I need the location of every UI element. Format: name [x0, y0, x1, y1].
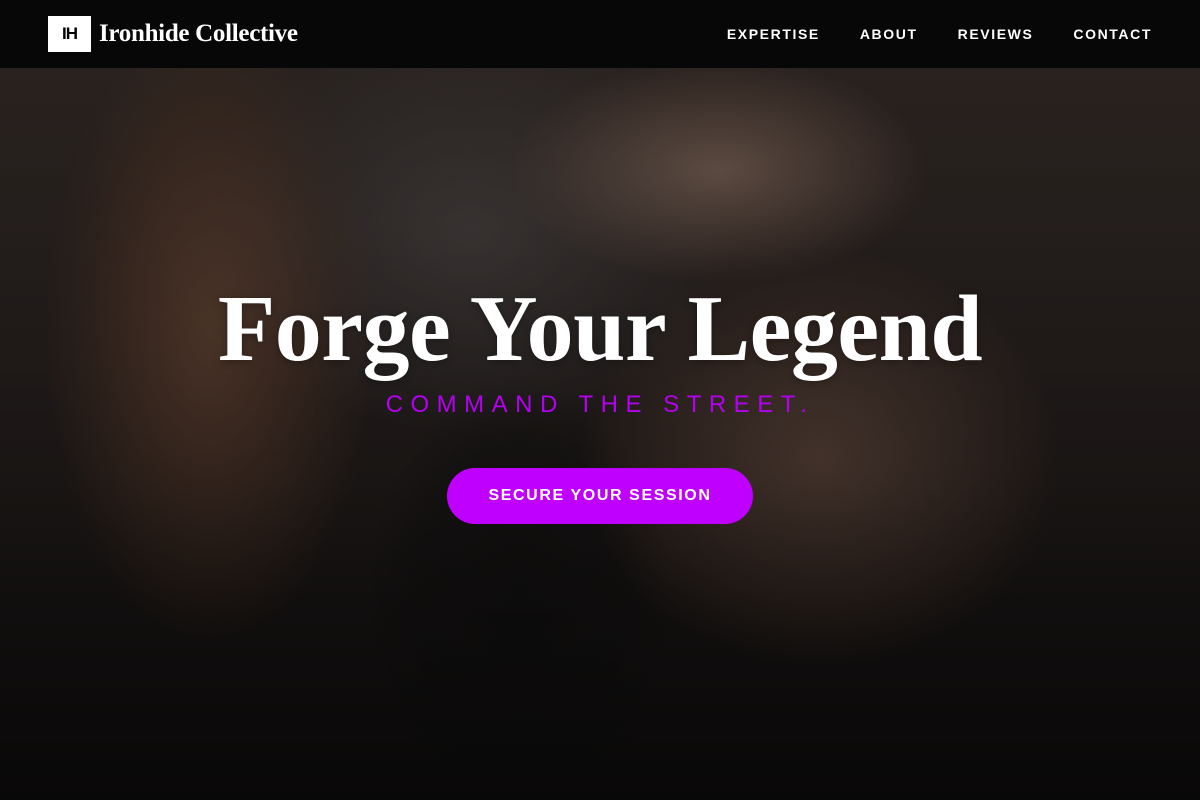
nav-link-about[interactable]: ABOUT [860, 26, 918, 42]
site-header: IH Ironhide Collective EXPERTISE ABOUT R… [0, 0, 1200, 68]
brand-name: Ironhide Collective [99, 20, 298, 47]
page: IH Ironhide Collective EXPERTISE ABOUT R… [0, 0, 1200, 800]
nav-link-reviews[interactable]: REVIEWS [958, 26, 1034, 42]
brand-link[interactable]: IH Ironhide Collective [48, 16, 298, 52]
secure-session-button[interactable]: SECURE YOUR SESSION [447, 468, 753, 524]
main-nav: EXPERTISE ABOUT REVIEWS CONTACT [727, 26, 1152, 42]
logo-mark: IH [48, 16, 91, 52]
hero-subtitle: COMMAND THE STREET. [385, 391, 815, 418]
nav-link-expertise[interactable]: EXPERTISE [727, 26, 820, 42]
hero-section: Forge Your Legend COMMAND THE STREET. SE… [0, 270, 1200, 524]
hero-title: Forge Your Legend [217, 277, 983, 381]
nav-link-contact[interactable]: CONTACT [1073, 26, 1152, 42]
